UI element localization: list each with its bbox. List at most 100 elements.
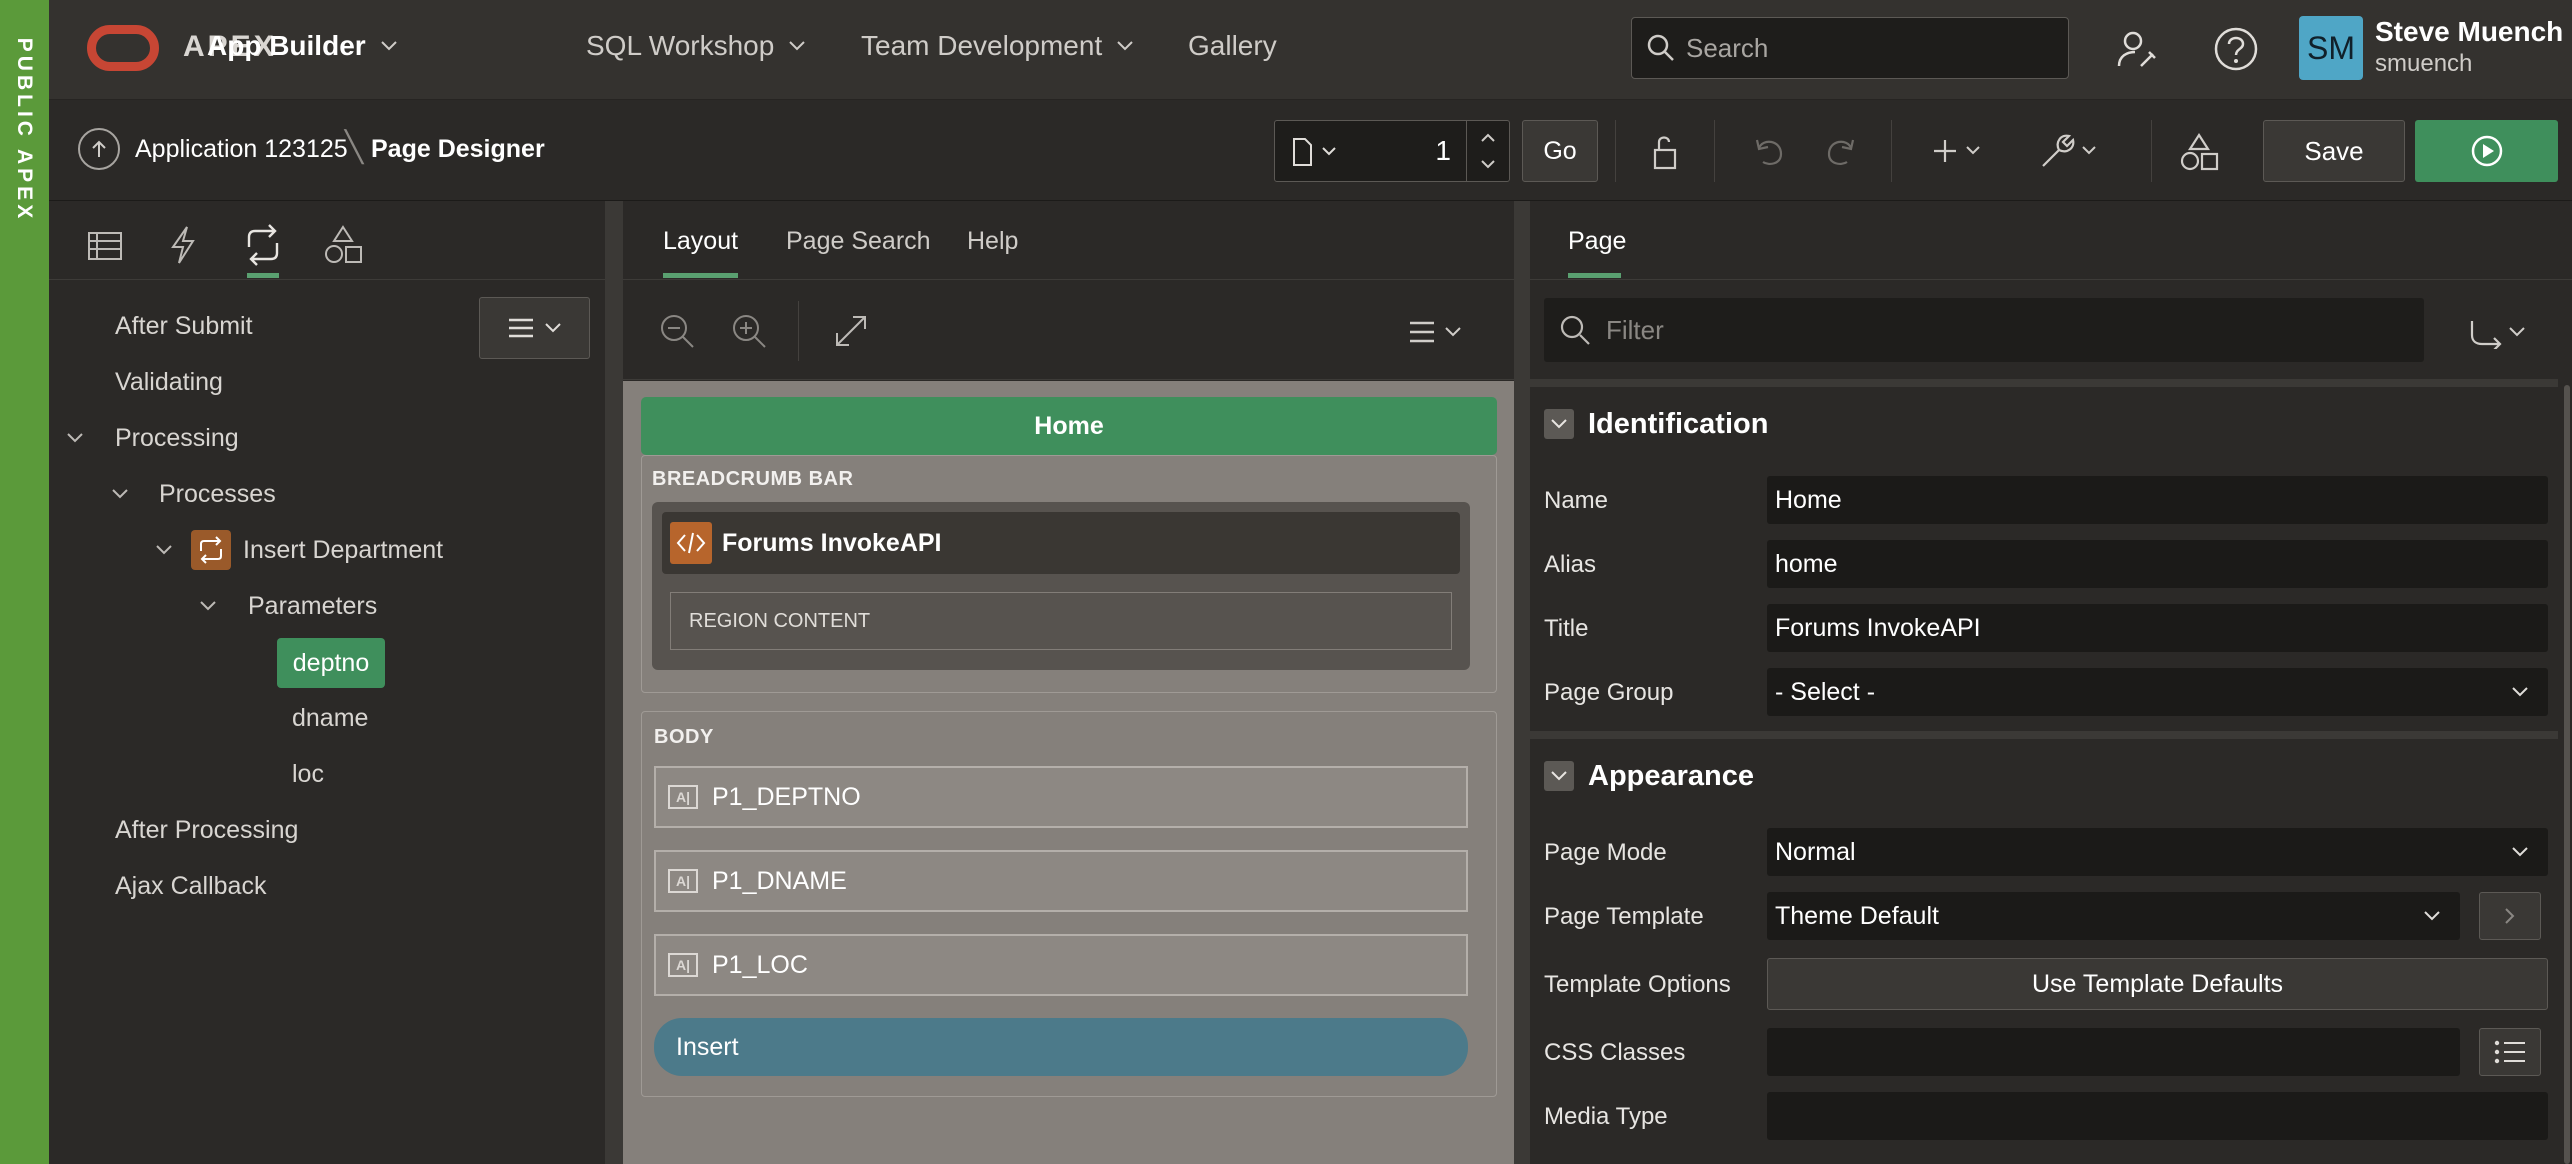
tree-node-insert-department[interactable]: Insert Department [243, 536, 443, 565]
active-tab-indicator [1568, 273, 1621, 278]
chevron-down-icon[interactable] [154, 543, 174, 557]
page-group-select[interactable]: - Select - [1767, 668, 2548, 716]
tree-node-processing[interactable]: Processing [115, 424, 239, 453]
layout-pane: Layout Page Search Help Home BREADCRUMB … [623, 201, 1514, 1164]
zoom-out-icon[interactable] [657, 311, 697, 351]
tree-node-after-processing[interactable]: After Processing [115, 816, 298, 845]
page-stepper-icon[interactable] [1477, 127, 1499, 175]
region-content-placeholder[interactable]: REGION CONTENT [670, 592, 1452, 650]
nav-app-builder-label: App Builder [207, 30, 366, 61]
page-title-bar[interactable]: Home [641, 397, 1497, 455]
tree-node-dname[interactable]: dname [292, 704, 368, 733]
nav-app-builder[interactable]: App Builder [207, 30, 398, 62]
page-designer-toolbar: Application 123125 ╲ Page Designer 1 Go … [49, 100, 2572, 201]
global-search-input[interactable]: Search [1631, 17, 2069, 79]
css-classes-field[interactable] [1767, 1028, 2460, 1076]
tab-page[interactable]: Page [1568, 227, 1626, 256]
page-item-label: P1_DEPTNO [712, 782, 861, 811]
expand-icon[interactable] [833, 313, 869, 349]
name-field[interactable]: Home [1767, 476, 2548, 524]
layout-canvas[interactable]: Home BREADCRUMB BAR Forums InvokeAPI REG… [623, 381, 1514, 1164]
rendering-tab-icon[interactable] [83, 223, 127, 267]
page-group-label: Page Group [1544, 679, 1674, 706]
dynamic-actions-tab-icon[interactable] [161, 223, 205, 267]
utilities-wrench-icon[interactable] [2037, 132, 2103, 172]
user-display-name[interactable]: Steve Muench [2375, 16, 2563, 48]
title-field[interactable]: Forums InvokeAPI [1767, 604, 2548, 652]
play-icon [2471, 135, 2502, 167]
tab-page-search[interactable]: Page Search [786, 227, 931, 256]
tree-node-processes[interactable]: Processes [159, 480, 276, 509]
save-button[interactable]: Save [2263, 120, 2405, 182]
page-group-value: - Select - [1775, 677, 1876, 706]
chevron-down-icon[interactable] [65, 431, 85, 445]
page-item-p1-dname[interactable]: A| P1_DNAME [654, 850, 1468, 912]
administration-icon[interactable] [2115, 28, 2159, 72]
breadcrumb-page-designer: Page Designer [371, 135, 545, 163]
tree-menu-button[interactable] [479, 297, 590, 359]
breadcrumb-region[interactable]: Forums InvokeAPI REGION CONTENT [652, 502, 1470, 670]
chevron-down-icon[interactable] [110, 487, 130, 501]
chevron-down-icon [2512, 847, 2528, 857]
collapse-icon[interactable] [1544, 761, 1574, 791]
nav-gallery[interactable]: Gallery [1188, 30, 1277, 62]
shared-components-tab-icon[interactable] [321, 223, 365, 267]
page-number-value[interactable]: 1 [1435, 135, 1451, 167]
nav-team-development[interactable]: Team Development [861, 30, 1134, 62]
body-region[interactable]: BODY A| P1_DEPTNO A| P1_DNAME A| P1_LOC … [641, 711, 1497, 1097]
tree-node-parameters[interactable]: Parameters [248, 592, 377, 621]
zoom-in-icon[interactable] [729, 311, 769, 351]
tree-node-after-submit[interactable]: After Submit [115, 312, 253, 341]
tree-node-loc[interactable]: loc [292, 760, 324, 789]
up-arrow-icon[interactable] [78, 128, 120, 170]
media-type-field[interactable] [1767, 1092, 2548, 1140]
avatar[interactable]: SM [2299, 16, 2363, 80]
tree-node-ajax-callback[interactable]: Ajax Callback [115, 872, 266, 901]
chevron-down-icon[interactable] [198, 599, 218, 613]
breadcrumb-bar-region[interactable]: BREADCRUMB BAR Forums InvokeAPI REGION C… [641, 455, 1497, 693]
tree-node-deptno[interactable]: deptno [277, 638, 385, 688]
page-template-label: Page Template [1544, 903, 1704, 930]
tab-layout[interactable]: Layout [663, 227, 738, 256]
create-menu-icon[interactable] [1933, 132, 1993, 172]
alias-label: Alias [1544, 551, 1597, 578]
property-scrollbar-thumb[interactable] [2564, 385, 2570, 1164]
identification-title: Identification [1588, 407, 1769, 440]
css-classes-picker-button[interactable] [2479, 1028, 2541, 1076]
processing-tab-icon[interactable] [241, 223, 285, 267]
insert-button[interactable]: Insert [654, 1018, 1468, 1076]
page-template-select[interactable]: Theme Default [1767, 892, 2460, 940]
page-mode-select[interactable]: Normal [1767, 828, 2548, 876]
right-pane-splitter[interactable] [1514, 201, 1530, 1164]
left-pane-splitter[interactable] [605, 201, 623, 1164]
appearance-section-header[interactable]: Appearance [1530, 743, 2558, 809]
property-filter-input[interactable]: Filter [1544, 298, 2424, 362]
help-icon[interactable] [2213, 26, 2259, 72]
chevron-down-icon [2512, 687, 2528, 697]
page-item-p1-deptno[interactable]: A| P1_DEPTNO [654, 766, 1468, 828]
go-to-group-icon[interactable] [2466, 317, 2530, 349]
collapse-icon[interactable] [1544, 409, 1574, 439]
unlock-icon[interactable] [1645, 132, 1685, 172]
page-item-p1-loc[interactable]: A| P1_LOC [654, 934, 1468, 996]
environment-badge-label: PUBLIC APEX [13, 37, 36, 223]
oracle-logo-icon[interactable] [87, 25, 159, 71]
search-placeholder: Search [1686, 32, 1769, 63]
redo-icon[interactable] [1821, 132, 1861, 172]
nav-sql-workshop[interactable]: SQL Workshop [586, 30, 806, 62]
breadcrumb-application[interactable]: Application 123125 [135, 135, 348, 164]
layout-menu-icon[interactable] [1408, 319, 1468, 345]
identification-section-header[interactable]: Identification [1530, 391, 2558, 457]
run-page-button[interactable] [2415, 120, 2558, 182]
tree-node-validating[interactable]: Validating [115, 368, 223, 397]
tab-help[interactable]: Help [967, 227, 1018, 256]
breadcrumb-region-header[interactable]: Forums InvokeAPI [662, 512, 1460, 574]
template-options-button[interactable]: Use Template Defaults [1767, 958, 2548, 1010]
shared-components-icon[interactable] [2179, 132, 2221, 172]
alias-field[interactable]: home [1767, 540, 2548, 588]
go-button[interactable]: Go [1522, 120, 1598, 182]
undo-icon[interactable] [1749, 132, 1789, 172]
environment-badge-strip: PUBLIC APEX [0, 0, 49, 1164]
go-to-template-button[interactable] [2479, 892, 2541, 940]
page-number-selector[interactable]: 1 [1274, 120, 1510, 182]
